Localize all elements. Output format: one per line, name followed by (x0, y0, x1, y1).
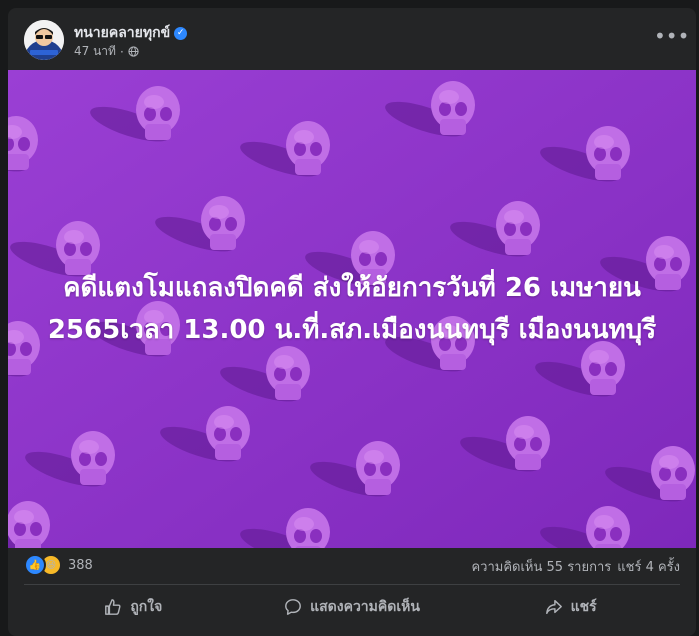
comment-button[interactable]: แสดงความคิดเห็น (243, 590, 462, 624)
share-arrow-icon (545, 599, 562, 615)
like-button[interactable]: ถูกใจ (24, 590, 243, 624)
comment-bubble-icon (285, 599, 301, 615)
post-image[interactable]: คดีแตงโมแถลงปิดคดี ส่งให้อัยการวันที่ 26… (8, 70, 696, 548)
verified-badge-icon: ✓ (174, 26, 188, 40)
post-time[interactable]: 47 นาที (74, 42, 116, 61)
more-options-icon[interactable]: ••• (654, 26, 689, 46)
post-image-text-wrapper: คดีแตงโมแถลงปิดคดี ส่งให้อัยการวันที่ 26… (8, 70, 696, 548)
thumbs-up-icon (105, 599, 121, 615)
like-reaction-icon: 👍 (24, 554, 46, 576)
like-button-label: ถูกใจ (130, 599, 163, 615)
engagement-counts: ความคิดเห็น 55 รายการ แชร์ 4 ครั้ง (471, 556, 680, 577)
post-stats: 👍 😆 388 ความคิดเห็น 55 รายการ แชร์ 4 ครั… (24, 554, 680, 576)
post-actions: ถูกใจ แสดงความคิดเห็น แชร์ (24, 590, 680, 624)
share-button[interactable]: แชร์ (461, 590, 680, 624)
author-name-row: ทนายคลายทุกข์ ✓ (74, 22, 188, 44)
actions-divider (24, 584, 680, 585)
post-header: ทนายคลายทุกข์ ✓ 47 นาที · ••• (8, 8, 696, 70)
post-image-text: คดีแตงโมแถลงปิดคดี ส่งให้อัยการวันที่ 26… (47, 273, 657, 345)
globe-icon (128, 46, 139, 57)
author-avatar[interactable] (24, 20, 64, 60)
share-count-link[interactable]: แชร์ 4 ครั้ง (617, 556, 680, 577)
author-name[interactable]: ทนายคลายทุกข์ (74, 22, 170, 44)
comment-button-label: แสดงความคิดเห็น (310, 599, 420, 615)
share-button-label: แชร์ (570, 599, 597, 615)
post-meta: 47 นาที · (74, 42, 139, 61)
reaction-count: 388 (68, 557, 93, 573)
meta-separator: · (119, 44, 124, 59)
comment-count-link[interactable]: ความคิดเห็น 55 รายการ (471, 556, 611, 577)
post-card: ทนายคลายทุกข์ ✓ 47 นาที · ••• คดีแตงโมแถ… (8, 8, 696, 636)
avatar-image (24, 20, 64, 60)
reactions-summary[interactable]: 👍 😆 388 (24, 554, 93, 576)
